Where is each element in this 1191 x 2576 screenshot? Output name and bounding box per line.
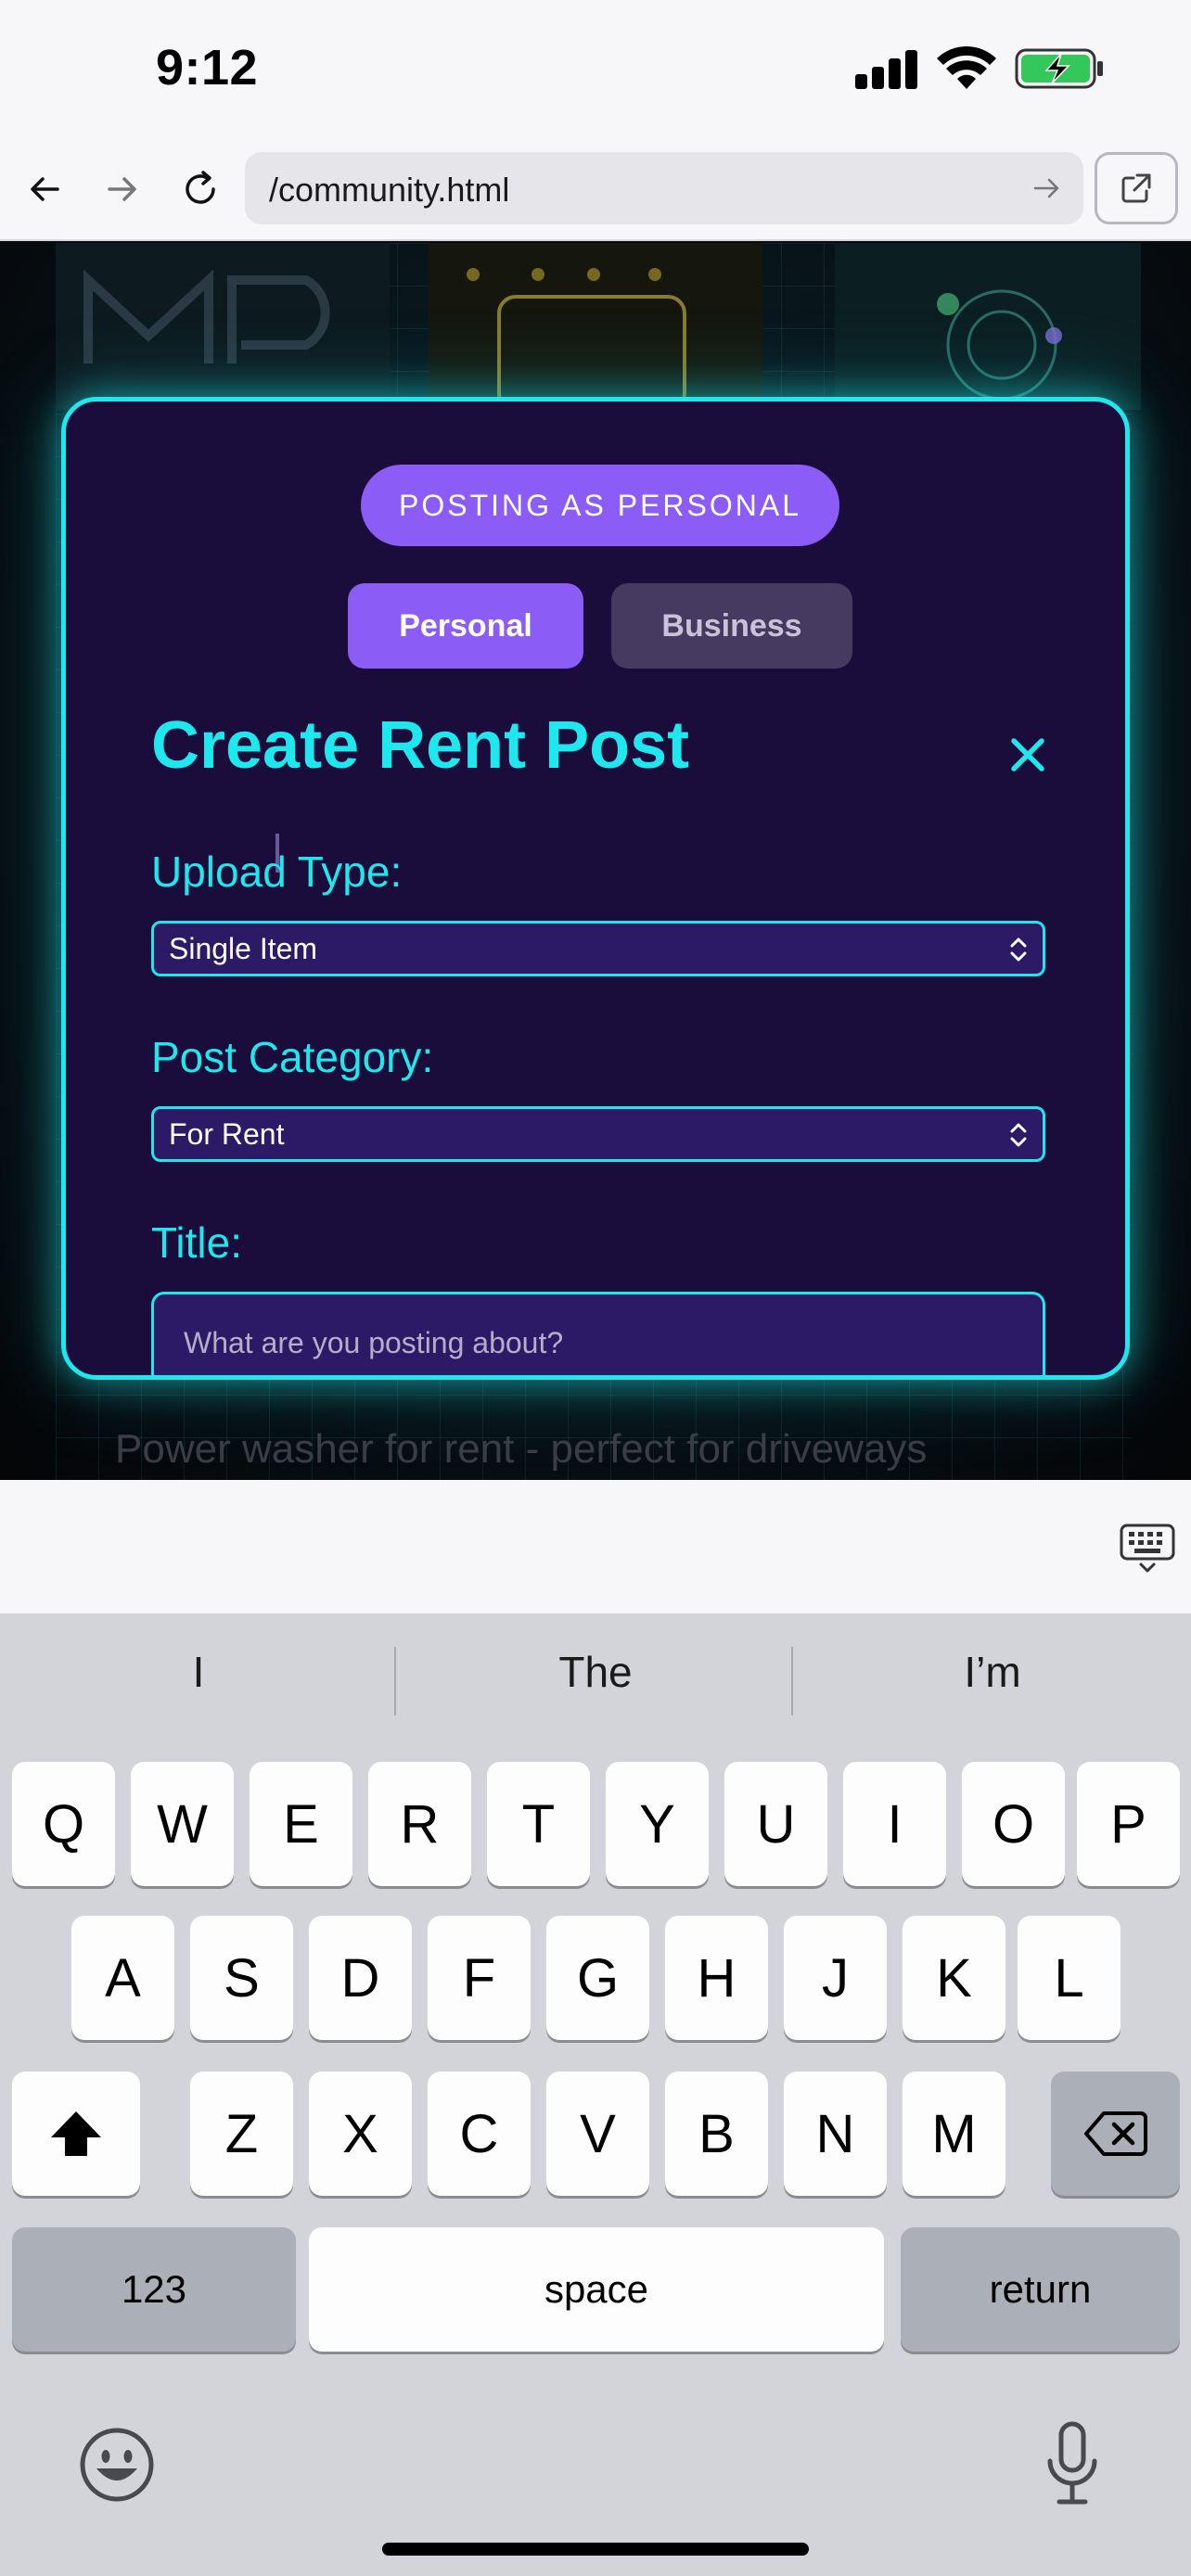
modal-title: Create Rent Post [151, 708, 690, 783]
url-text: /community.html [269, 171, 510, 209]
battery-charging-icon [1015, 48, 1103, 89]
key-x[interactable]: X [309, 2072, 412, 2196]
back-arrow-icon [31, 177, 59, 201]
create-post-modal: POSTING AS PERSONAL Personal Business Cr… [61, 397, 1130, 1380]
key-m[interactable]: M [903, 2072, 1005, 2196]
shift-key[interactable] [12, 2072, 140, 2196]
title-input[interactable] [151, 1292, 1045, 1375]
onscreen-keyboard: I The I’m Q W E R T Y U I O P A S D F G … [0, 1613, 1191, 2576]
status-time: 9:12 [156, 40, 259, 96]
shift-icon [51, 2111, 101, 2156]
upload-type-value: Single Item [169, 931, 318, 965]
suggestion-3[interactable]: I’m [798, 1647, 1187, 1697]
key-v[interactable]: V [546, 2072, 649, 2196]
return-key[interactable]: return [901, 2227, 1180, 2352]
home-indicator [382, 2543, 809, 2556]
background-artwork [56, 243, 1141, 410]
personal-toggle-button[interactable]: Personal [348, 583, 583, 669]
browser-toolbar: /community.html [0, 139, 1191, 241]
keyboard-dismiss-icon[interactable] [1119, 1523, 1176, 1575]
post-category-label: Post Category: [151, 1033, 434, 1081]
post-preview-text: Power washer for rent - perfect for driv… [115, 1426, 928, 1472]
key-e[interactable]: E [250, 1762, 352, 1886]
back-button[interactable] [17, 161, 72, 217]
key-o[interactable]: O [962, 1762, 1065, 1886]
key-n[interactable]: N [784, 2072, 887, 2196]
key-j[interactable]: J [784, 1916, 887, 2040]
chevron-up-down-icon [1010, 1123, 1027, 1147]
delete-icon [1083, 2111, 1147, 2156]
key-i[interactable]: I [843, 1762, 946, 1886]
status-bar: 9:12 [0, 0, 1191, 139]
key-g[interactable]: G [546, 1916, 649, 2040]
suggestion-divider [394, 1647, 396, 1715]
posting-as-badge: POSTING AS PERSONAL [361, 465, 839, 546]
wifi-icon [937, 46, 996, 89]
upload-type-select[interactable]: Single Item [151, 921, 1045, 976]
close-icon[interactable] [1001, 728, 1055, 782]
key-b[interactable]: B [665, 2072, 768, 2196]
key-h[interactable]: H [665, 1916, 768, 2040]
keyboard-accessory-bar [0, 1480, 1191, 1613]
address-bar[interactable]: /community.html [245, 152, 1083, 224]
key-k[interactable]: K [903, 1916, 1005, 2040]
key-z[interactable]: Z [190, 2072, 293, 2196]
post-category-select[interactable]: For Rent [151, 1106, 1045, 1162]
delete-key[interactable] [1051, 2072, 1180, 2196]
reload-icon [186, 171, 215, 204]
key-l[interactable]: L [1018, 1916, 1121, 2040]
space-key[interactable]: space [309, 2227, 884, 2352]
numbers-key[interactable]: 123 [12, 2227, 296, 2352]
forward-arrow-icon [108, 177, 136, 201]
key-y[interactable]: Y [606, 1762, 709, 1886]
key-c[interactable]: C [428, 2072, 531, 2196]
key-q[interactable]: Q [12, 1762, 115, 1886]
suggestion-divider [791, 1647, 793, 1715]
upload-type-label: Upload Type: [151, 848, 403, 896]
key-r[interactable]: R [368, 1762, 471, 1886]
cellular-signal-icon [855, 48, 918, 89]
key-w[interactable]: W [131, 1762, 234, 1886]
key-t[interactable]: T [487, 1762, 590, 1886]
key-s[interactable]: S [190, 1916, 293, 2040]
go-arrow-icon[interactable] [1028, 169, 1067, 208]
suggestion-2[interactable]: The [401, 1647, 790, 1697]
key-f[interactable]: F [428, 1916, 531, 2040]
post-category-value: For Rent [169, 1116, 285, 1151]
microphone-icon[interactable] [1043, 2420, 1102, 2507]
business-toggle-button[interactable]: Business [611, 583, 852, 669]
key-u[interactable]: U [724, 1762, 827, 1886]
title-label: Title: [151, 1218, 242, 1267]
chevron-up-down-icon [1010, 937, 1027, 962]
open-external-button[interactable] [1095, 152, 1178, 224]
reload-button[interactable] [173, 161, 228, 217]
open-external-icon [1121, 173, 1151, 203]
suggestion-1[interactable]: I [4, 1647, 393, 1697]
key-d[interactable]: D [309, 1916, 412, 2040]
forward-button[interactable] [95, 161, 150, 217]
key-a[interactable]: A [71, 1916, 174, 2040]
key-p[interactable]: P [1077, 1762, 1180, 1886]
emoji-icon[interactable] [78, 2426, 156, 2504]
